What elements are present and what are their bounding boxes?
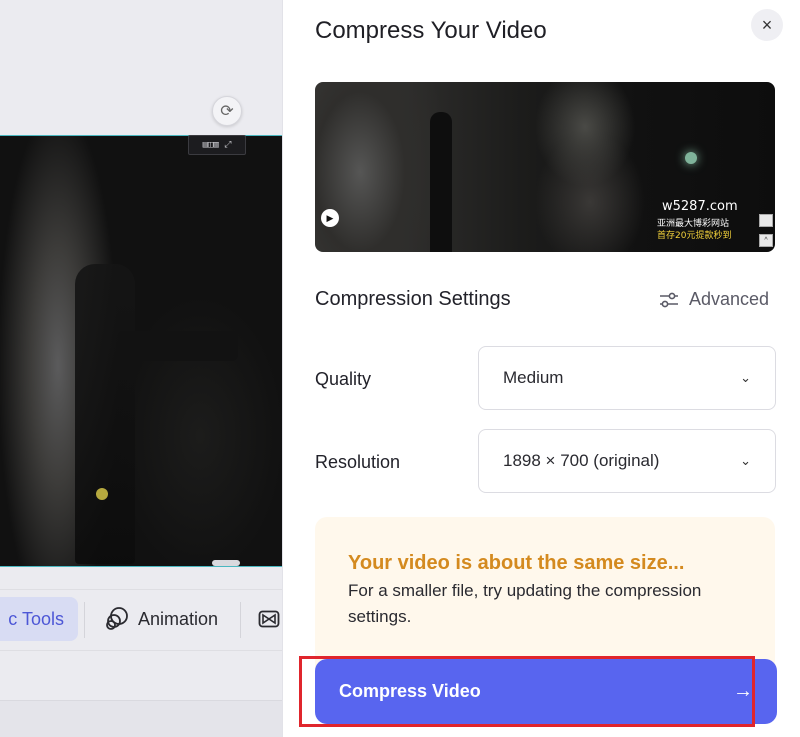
canvas-mini-toolbar[interactable]: ▤◫▥ ⤢ <box>188 135 246 155</box>
compress-video-button[interactable]: Compress Video → <box>315 659 777 724</box>
quality-value: Medium <box>503 368 564 387</box>
chevron-down-icon: ⌄ <box>740 370 751 385</box>
cursor-dot <box>96 488 108 500</box>
preview-side-control[interactable]: ^ <box>759 234 773 247</box>
animation-label: Animation <box>138 608 219 629</box>
notice-body: For a smaller file, try updating the com… <box>348 581 702 626</box>
transition-icon <box>258 610 280 628</box>
play-icon[interactable]: ▶ <box>321 209 339 227</box>
video-content-shape <box>430 112 452 252</box>
magic-tools-button[interactable]: c Tools <box>0 597 78 641</box>
tool-divider <box>240 602 241 638</box>
resolution-value: 1898 × 700 (original) <box>503 451 660 470</box>
chevron-down-icon: ⌄ <box>740 453 751 468</box>
animation-button[interactable]: Animation <box>104 597 218 641</box>
resolution-select[interactable]: 1898 × 700 (original) ⌄ <box>478 429 776 493</box>
video-content-shape <box>118 331 238 361</box>
tool-strip: c Tools Animation <box>0 589 282 651</box>
editor-area: ⟳ ▤◫▥ ⤢ c Tools Animation <box>0 0 282 737</box>
video-content-shape <box>75 264 135 564</box>
quality-select[interactable]: Medium ⌄ <box>478 346 776 410</box>
animation-icon <box>106 607 128 630</box>
close-icon[interactable]: × <box>751 9 783 41</box>
watermark-line-2: 首存20元提款秒到 <box>657 231 732 241</box>
resolution-label: Resolution <box>315 452 401 472</box>
magic-tools-label: c Tools <box>8 608 64 629</box>
tool-divider <box>84 602 85 638</box>
arrow-right-icon: → <box>733 680 753 702</box>
panel-title: Compress Your Video <box>315 17 547 44</box>
sliders-icon <box>660 292 678 307</box>
rotate-icon[interactable]: ⟳ <box>212 96 242 126</box>
compress-panel: Compress Your Video × ▶ w5287.com 亚洲最大博彩… <box>282 0 800 737</box>
video-preview[interactable]: ▶ w5287.com 亚洲最大博彩网站 首存20元提款秒到 ^ <box>315 82 775 252</box>
preview-side-control[interactable] <box>759 214 773 227</box>
video-content-shape <box>685 152 697 164</box>
notice-title: Your video is about the same size... <box>348 552 685 574</box>
watermark-domain: w5287.com <box>662 199 738 214</box>
compression-settings-title: Compression Settings <box>315 288 511 310</box>
canvas-video-frame[interactable] <box>0 135 282 567</box>
timeline-area <box>0 700 282 737</box>
advanced-button[interactable]: Advanced <box>659 289 769 310</box>
advanced-label: Advanced <box>689 289 770 309</box>
resize-handle[interactable] <box>212 560 240 566</box>
transition-button[interactable] <box>258 597 280 641</box>
quality-label: Quality <box>315 369 372 389</box>
compress-video-label: Compress Video <box>339 681 481 701</box>
